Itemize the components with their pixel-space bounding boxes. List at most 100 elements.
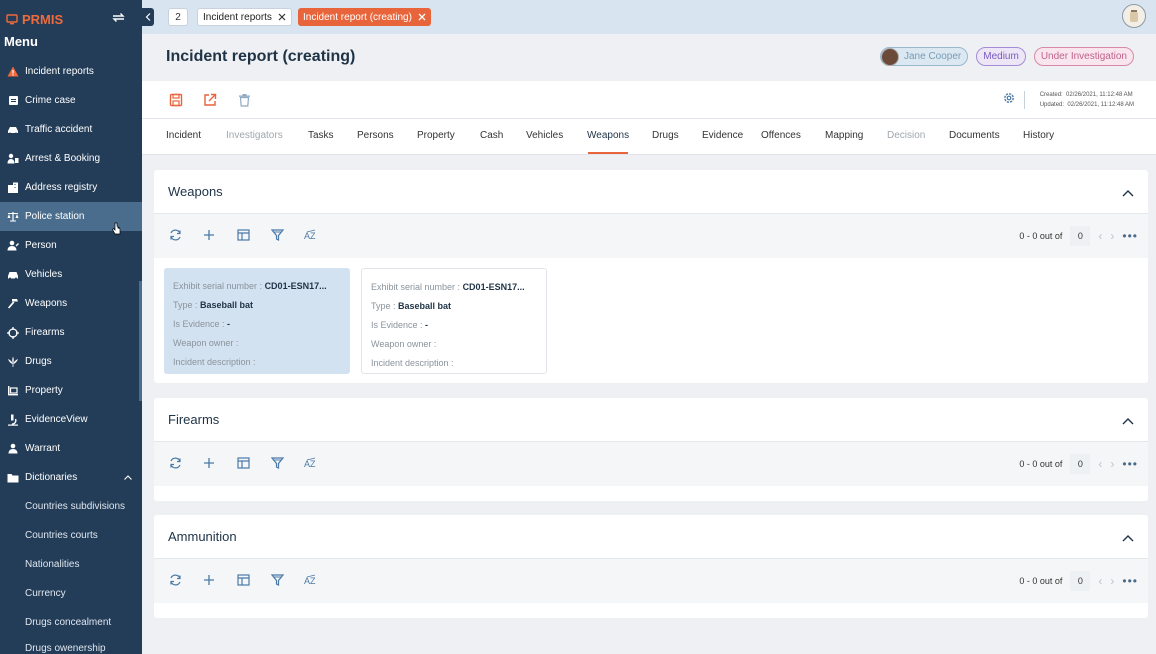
sort-icon[interactable]: AZ (304, 228, 318, 242)
more-icon[interactable]: ••• (1122, 574, 1138, 588)
sidebar-item-label: Arrest & Booking (25, 153, 101, 164)
refresh-icon[interactable] (168, 573, 182, 587)
status-badge[interactable]: Under Investigation (1033, 47, 1134, 66)
chevron-up-icon[interactable] (1122, 412, 1134, 430)
sidebar-subitem[interactable]: Countries subdivisions (0, 492, 142, 521)
sidebar-subitem[interactable]: Countries courts (0, 521, 142, 550)
warrant-icon (7, 443, 19, 455)
chevron-up-icon[interactable] (1122, 529, 1134, 547)
gear-icon[interactable] (1002, 91, 1016, 110)
add-icon[interactable] (202, 456, 216, 470)
tab-history[interactable]: History (1023, 130, 1054, 141)
chevron-up-icon[interactable] (124, 472, 132, 482)
sidebar-item-drugs[interactable]: Drugs (0, 347, 142, 376)
sidebar-subitem[interactable]: Drugs concealment (0, 608, 142, 637)
tab-offences[interactable]: Offences (761, 130, 801, 141)
open-external-icon[interactable] (202, 92, 218, 108)
chevron-left-icon[interactable]: ‹ (1098, 229, 1102, 243)
sort-icon[interactable]: AZ (304, 573, 318, 587)
updated-value: 02/26/2021, 11:12:48 AM (1067, 102, 1134, 108)
microscope-icon (7, 414, 19, 426)
section-header[interactable]: Weapons (154, 170, 1148, 214)
window-tab-incident-reports[interactable]: Incident reports (197, 8, 292, 26)
priority-badge[interactable]: Medium (976, 47, 1026, 66)
user-avatar[interactable] (1122, 4, 1146, 28)
sidebar-item-person[interactable]: Person (0, 231, 142, 260)
open-tabs-count[interactable]: 2 (168, 8, 188, 26)
brand[interactable]: PRMIS (6, 12, 63, 27)
sidebar-item-police-station[interactable]: Police station (0, 202, 142, 235)
tab-documents[interactable]: Documents (949, 130, 1000, 141)
sidebar-scrollbar[interactable] (139, 281, 142, 401)
tab-mapping[interactable]: Mapping (825, 130, 863, 141)
card-row-type: Type : Baseball bat (371, 297, 537, 316)
filter-icon[interactable] (270, 573, 284, 587)
tab-vehicles[interactable]: Vehicles (526, 130, 563, 141)
header-badges: Jane Cooper Medium Under Investigation (879, 47, 1134, 66)
tab-tasks[interactable]: Tasks (308, 130, 334, 141)
weapon-card[interactable]: Exhibit serial number : CD01-ESN17... Ty… (361, 268, 547, 374)
chevron-right-icon[interactable]: › (1110, 229, 1114, 243)
sidebar-subitem[interactable]: Currency (0, 579, 142, 608)
card-label: Type : (173, 300, 198, 310)
window-tab-incident-report-creating[interactable]: Incident report (creating) (298, 8, 431, 26)
chevron-left-icon[interactable]: ‹ (1098, 457, 1102, 471)
filter-icon[interactable] (270, 228, 284, 242)
card-value: CD01-ESN17... (264, 281, 327, 291)
tab-drugs[interactable]: Drugs (652, 130, 679, 141)
card-row-evidence: Is Evidence : - (173, 315, 341, 334)
filter-icon[interactable] (270, 456, 284, 470)
assignee-badge[interactable]: Jane Cooper (879, 47, 969, 66)
chevron-left-icon[interactable]: ‹ (1098, 574, 1102, 588)
tab-persons[interactable]: Persons (357, 130, 394, 141)
sidebar-item-address-registry[interactable]: Address registry (0, 173, 142, 202)
swap-icon[interactable] (112, 11, 125, 26)
sidebar-item-firearms[interactable]: Firearms (0, 318, 142, 347)
columns-icon[interactable] (236, 228, 250, 242)
refresh-icon[interactable] (168, 228, 182, 242)
tab-weapons[interactable]: Weapons (587, 130, 629, 141)
sidebar-item-incident-reports[interactable]: Incident reports (0, 57, 142, 86)
tab-property[interactable]: Property (417, 130, 455, 141)
tab-cash[interactable]: Cash (480, 130, 503, 141)
section-header[interactable]: Ammunition (154, 515, 1148, 559)
tab-evidence[interactable]: Evidence (702, 130, 743, 141)
more-icon[interactable]: ••• (1122, 457, 1138, 471)
sidebar-item-traffic-accident[interactable]: Traffic accident (0, 115, 142, 144)
sidebar-item-vehicles[interactable]: Vehicles (0, 260, 142, 289)
sidebar-item-property[interactable]: Property (0, 376, 142, 405)
close-icon[interactable] (418, 13, 426, 21)
sidebar-item-label: Police station (25, 211, 85, 222)
add-icon[interactable] (202, 573, 216, 587)
sidebar-subitem[interactable]: Nationalities (0, 550, 142, 579)
scale-icon (7, 211, 19, 223)
close-icon[interactable] (278, 13, 286, 21)
tab-decision[interactable]: Decision (887, 130, 925, 141)
sidebar-item-crime-case[interactable]: Crime case (0, 86, 142, 115)
add-icon[interactable] (202, 228, 216, 242)
sidebar-subitem[interactable]: Drugs owenership (0, 637, 142, 654)
sidebar-item-weapons[interactable]: Weapons (0, 289, 142, 318)
chevron-right-icon[interactable]: › (1110, 457, 1114, 471)
tab-incident[interactable]: Incident (166, 130, 201, 141)
sidebar-item-arrest-booking[interactable]: Arrest & Booking (0, 144, 142, 173)
save-icon[interactable] (168, 92, 184, 108)
weapon-card[interactable]: Exhibit serial number : CD01-ESN17... Ty… (164, 268, 350, 374)
tab-investigators[interactable]: Investigators (226, 130, 283, 141)
columns-icon[interactable] (236, 456, 250, 470)
section-header[interactable]: Firearms (154, 398, 1148, 442)
chevron-up-icon[interactable] (1122, 184, 1134, 202)
columns-icon[interactable] (236, 573, 250, 587)
sidebar-item-label: Incident reports (25, 66, 94, 77)
more-icon[interactable]: ••• (1122, 229, 1138, 243)
sidebar-item-evidenceview[interactable]: EvidenceView (0, 405, 142, 434)
card-label: Type : (371, 301, 396, 311)
refresh-icon[interactable] (168, 456, 182, 470)
sidebar-item-dictionaries[interactable]: Dictionaries (0, 463, 142, 492)
delete-icon[interactable] (236, 92, 252, 108)
collapse-sidebar-button[interactable] (142, 8, 154, 26)
sort-icon[interactable]: AZ (304, 456, 318, 470)
card-row-evidence: Is Evidence : - (371, 316, 537, 335)
sidebar-item-warrant[interactable]: Warrant (0, 434, 142, 463)
chevron-right-icon[interactable]: › (1110, 574, 1114, 588)
